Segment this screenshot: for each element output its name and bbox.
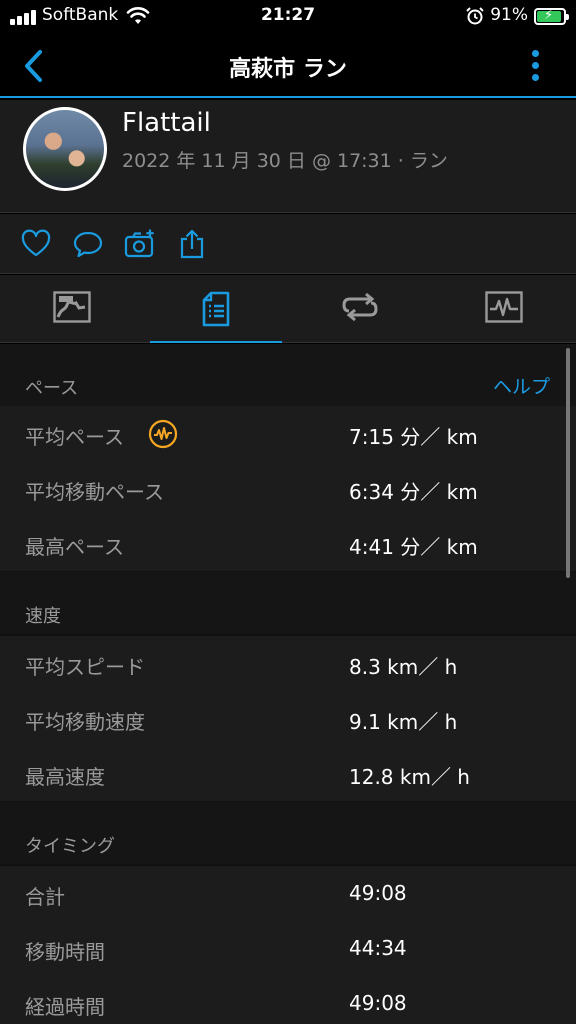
more-vertical-icon[interactable] — [532, 48, 540, 84]
section-title: タイミング — [25, 836, 115, 857]
stat-value: 9.1 km／ h — [349, 710, 458, 734]
tab-map-summary[interactable] — [0, 275, 144, 343]
activity-header: Flattail 2022 年 11 月 30 日 @ 17:31 · ラン — [0, 100, 576, 213]
battery-icon: ⚡ — [534, 8, 569, 25]
stat-row: 合計 49:08 — [0, 866, 576, 921]
stat-row: 平均移動速度 9.1 km／ h — [0, 691, 576, 746]
comment-icon[interactable] — [72, 228, 104, 260]
stat-label: 平均スピード — [25, 655, 145, 679]
stat-row: 最高ペース 4:41 分／ km — [0, 516, 576, 571]
stat-row: 平均ペース 7:15 分／ km — [0, 406, 576, 461]
timing-rows: 合計 49:08 移動時間 44:34 経過時間 49:08 — [0, 866, 576, 1024]
section-header-speed: 速度 — [0, 572, 576, 634]
section-title: ペース — [25, 378, 79, 399]
tab-stats[interactable] — [144, 275, 288, 343]
section-header-timing: タイミング — [0, 802, 576, 864]
stat-value: 44:34 — [349, 936, 407, 960]
stat-row: 平均移動ペース 6:34 分／ km — [0, 461, 576, 516]
performance-condition-icon[interactable] — [148, 419, 178, 449]
heart-icon[interactable] — [20, 228, 52, 260]
stat-value: 12.8 km／ h — [349, 765, 470, 789]
stat-label: 平均ペース — [25, 425, 124, 449]
stat-label: 移動時間 — [25, 940, 105, 964]
section-header-pace: ペース ヘルプ — [0, 344, 576, 406]
action-bar — [0, 214, 576, 274]
share-icon[interactable] — [176, 228, 208, 260]
stat-value: 49:08 — [349, 881, 407, 905]
nav-bar: 高萩市 ラン — [0, 36, 576, 98]
help-link[interactable]: ヘルプ — [493, 372, 550, 399]
section-title: 速度 — [25, 606, 61, 627]
stat-row: 経過時間 49:08 — [0, 976, 576, 1024]
scrollbar[interactable] — [566, 348, 570, 578]
add-photo-icon[interactable] — [124, 228, 156, 260]
chart-icon — [485, 291, 523, 323]
page-title: 高萩市 ラン — [229, 57, 347, 82]
stat-value: 4:41 分／ km — [349, 535, 478, 559]
laps-icon — [342, 292, 378, 322]
status-bar: SoftBank 21:27 91% ⚡ — [0, 0, 576, 36]
map-summary-icon — [53, 291, 91, 323]
stat-value: 7:15 分／ km — [349, 425, 478, 449]
stat-label: 合計 — [25, 885, 65, 909]
user-name[interactable]: Flattail — [122, 108, 211, 138]
pace-rows: 平均ペース 7:15 分／ km 平均移動ペース 6:34 分／ km 最高ペー… — [0, 406, 576, 571]
activity-tabs — [0, 275, 576, 343]
stat-label: 経過時間 — [25, 995, 105, 1019]
stat-value: 8.3 km／ h — [349, 655, 458, 679]
stat-label: 最高ペース — [25, 535, 124, 559]
stat-label: 最高速度 — [25, 765, 105, 789]
tab-charts[interactable] — [432, 275, 576, 343]
stat-row: 平均スピード 8.3 km／ h — [0, 636, 576, 691]
activity-meta: 2022 年 11 月 30 日 @ 17:31 · ラン — [122, 150, 448, 172]
speed-rows: 平均スピード 8.3 km／ h 平均移動速度 9.1 km／ h 最高速度 1… — [0, 636, 576, 801]
stat-row: 移動時間 44:34 — [0, 921, 576, 976]
stat-value: 6:34 分／ km — [349, 480, 478, 504]
stat-value: 49:08 — [349, 991, 407, 1015]
stats-list-icon — [202, 291, 230, 327]
tab-laps[interactable] — [288, 275, 432, 343]
avatar[interactable] — [23, 107, 107, 191]
stats-content[interactable]: ペース ヘルプ 平均ペース 7:15 分／ km 平均移動ペース 6:34 分／… — [0, 344, 576, 1024]
alarm-icon — [466, 7, 484, 25]
stat-row: 最高速度 12.8 km／ h — [0, 746, 576, 801]
stat-label: 平均移動速度 — [25, 710, 145, 734]
battery-percent: 91% — [490, 5, 528, 25]
stat-label: 平均移動ペース — [25, 480, 164, 504]
